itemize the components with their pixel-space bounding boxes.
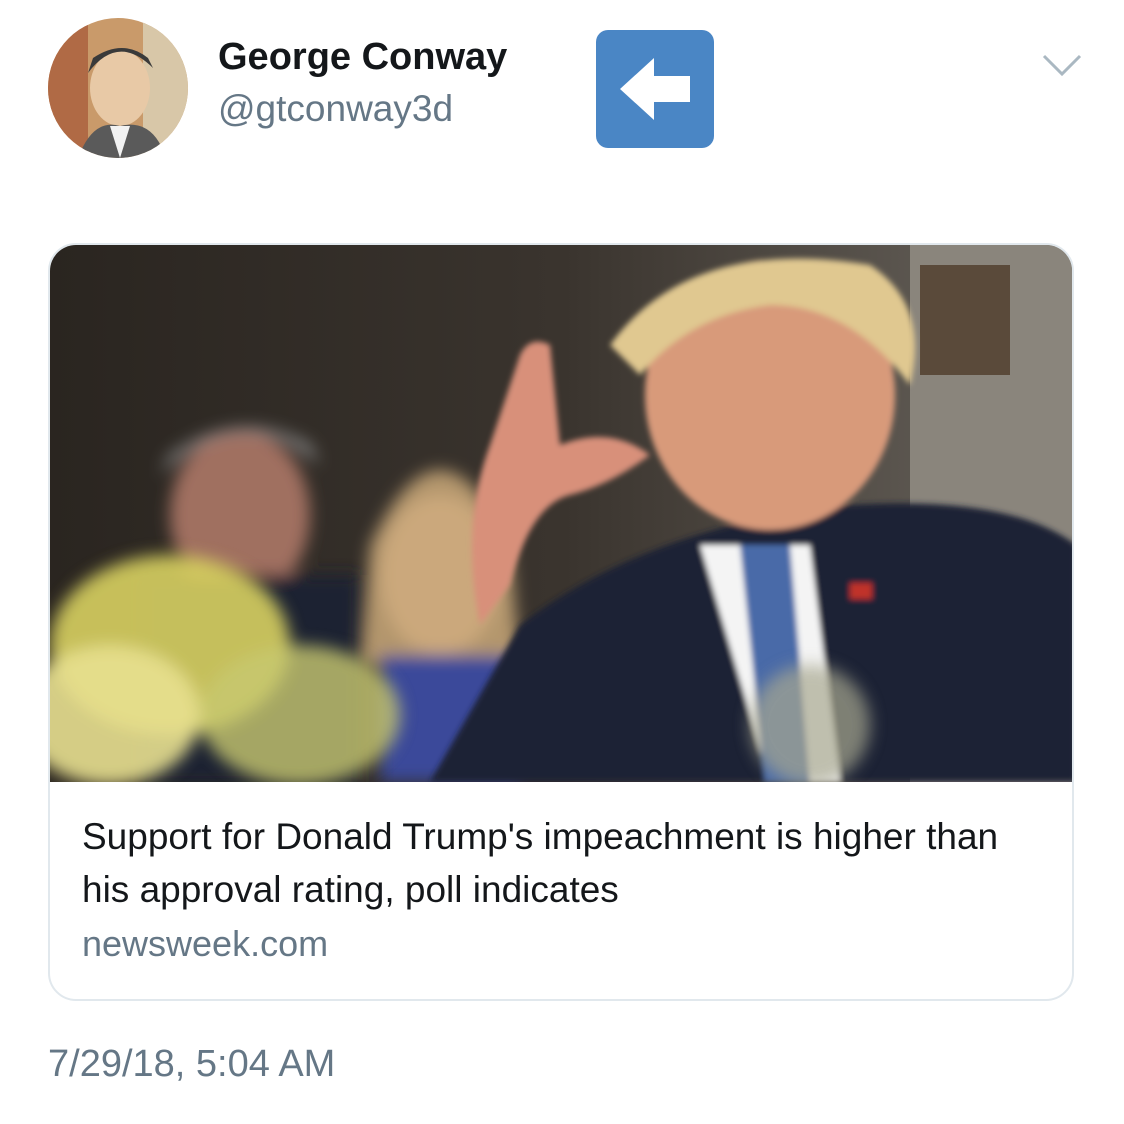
tweet-timestamp[interactable]: 7/29/18, 5:04 AM	[48, 1043, 335, 1086]
card-title[interactable]: Support for Donald Trump's impeachment i…	[82, 810, 1042, 916]
avatar[interactable]	[48, 18, 188, 158]
left-arrow-emoji-icon	[596, 30, 714, 148]
avatar-sketch-portrait-icon	[48, 18, 188, 158]
link-card[interactable]: Support for Donald Trump's impeachment i…	[48, 243, 1074, 1001]
chevron-down-icon[interactable]	[1040, 50, 1084, 80]
author-display-name[interactable]: George Conway	[218, 36, 507, 79]
author-handle[interactable]: @gtconway3d	[218, 88, 453, 130]
card-domain: newsweek.com	[82, 923, 329, 964]
news-photo-icon	[50, 245, 1072, 785]
card-image	[50, 245, 1072, 785]
